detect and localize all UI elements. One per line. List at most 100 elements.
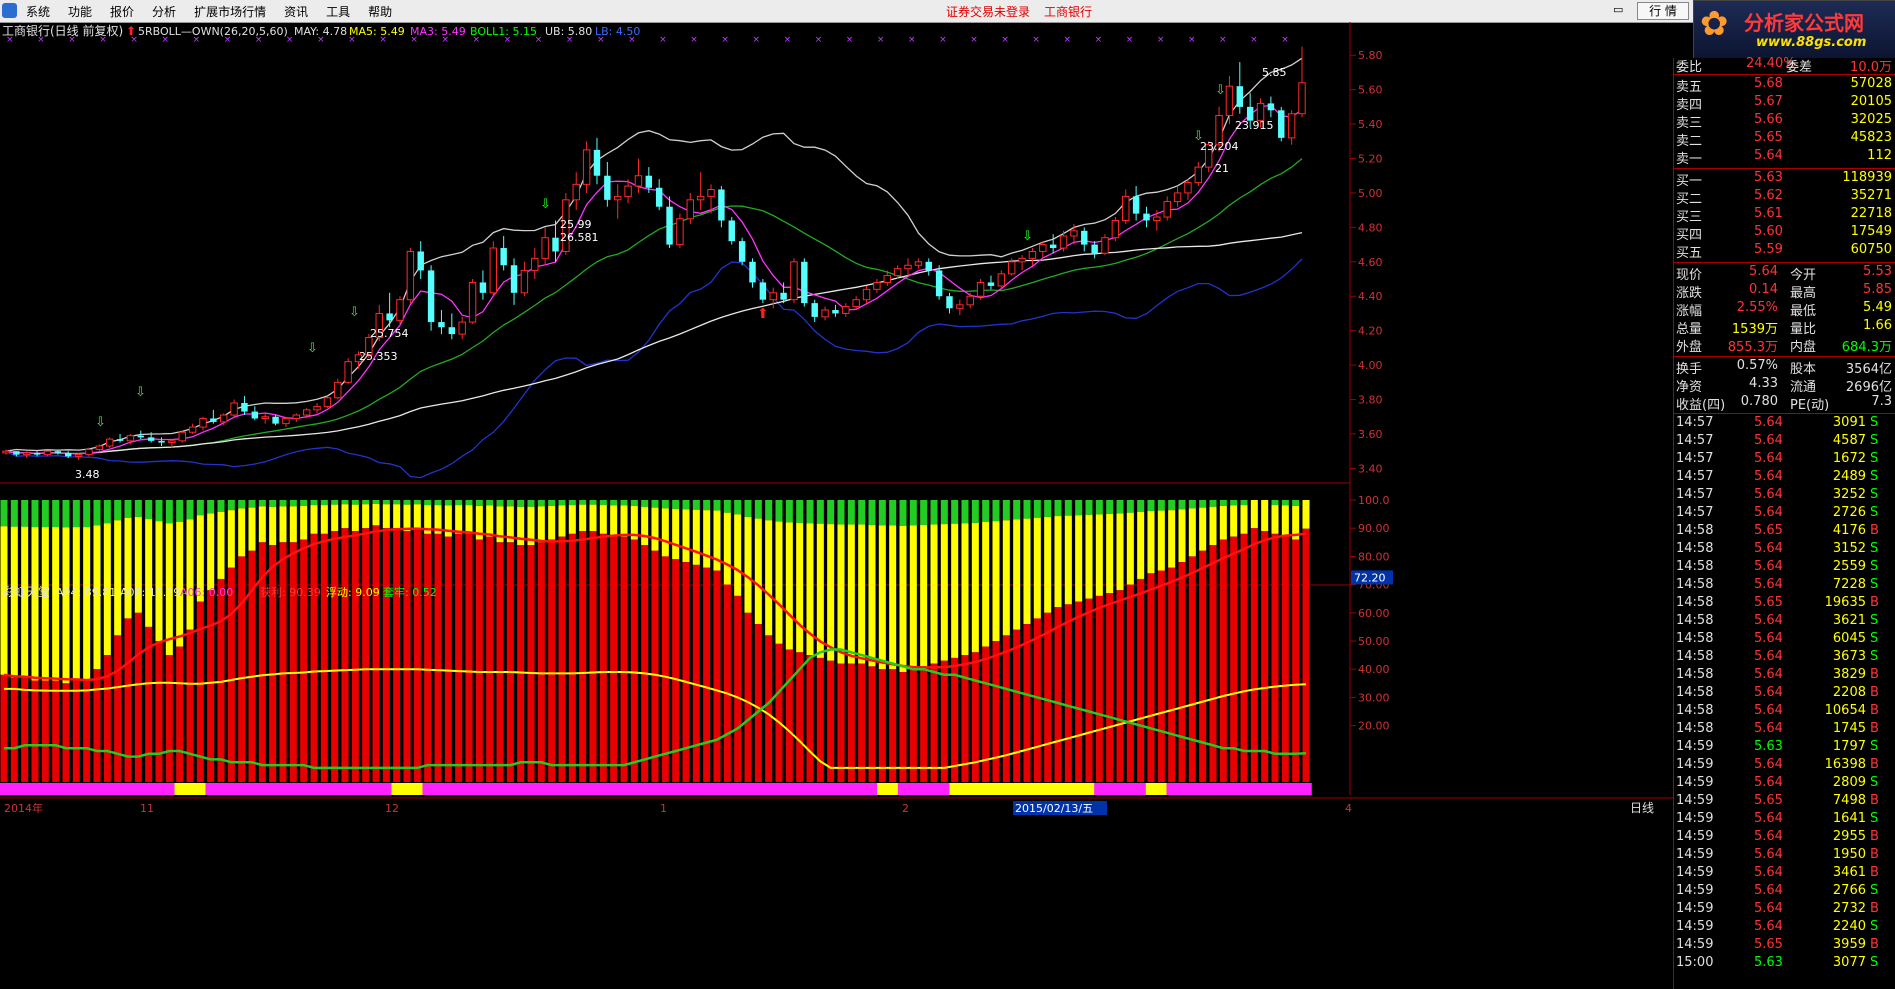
indicator-bar-green xyxy=(651,500,659,508)
menu-item-tools[interactable]: 工具 xyxy=(326,3,350,20)
tick-price: 5.64 xyxy=(1754,541,1783,556)
indicator-bar-yellow xyxy=(858,524,866,664)
quote-button[interactable]: 行 情 xyxy=(1637,2,1689,20)
strip-cell xyxy=(153,783,165,796)
menu-item-analysis[interactable]: 分析 xyxy=(152,3,176,20)
indicator-bar-red xyxy=(703,567,711,782)
ask-volume: 112 xyxy=(1867,148,1892,163)
indicator-bar-red xyxy=(269,545,277,782)
ask-price: 5.68 xyxy=(1754,76,1783,91)
indicator-bar-red xyxy=(83,680,91,782)
indicator-bar-yellow xyxy=(83,527,91,681)
panel-cell: 涨幅 xyxy=(1676,304,1703,319)
ask-price: 5.64 xyxy=(1754,148,1783,163)
candle-body-down xyxy=(925,261,932,271)
indicator-bar-red xyxy=(341,528,349,782)
tick-row: 14:59 5.64 1641 S xyxy=(1674,811,1895,829)
indicator-bar-red xyxy=(868,666,876,782)
strip-cell xyxy=(1176,783,1188,796)
indicator-bar-red xyxy=(909,669,917,782)
brand-url: www.88gs.com xyxy=(1756,35,1867,50)
indicator-bar-yellow xyxy=(579,504,587,532)
indicator-bar-yellow xyxy=(1044,516,1052,613)
indicator-bar-yellow xyxy=(269,506,277,546)
indicator-bar-green xyxy=(434,500,442,506)
indicator-bar-red xyxy=(1013,629,1021,782)
strip-cell xyxy=(298,783,310,796)
menu-item-quote[interactable]: 报价 xyxy=(110,3,134,20)
indicator-bar-red xyxy=(1137,578,1145,782)
window-restore-icon[interactable]: ▭ xyxy=(1613,3,1629,17)
strip-cell xyxy=(50,783,62,796)
tick-time: 14:58 xyxy=(1676,667,1714,682)
top-marker: × xyxy=(752,35,760,45)
candle-body-up xyxy=(323,397,332,407)
candle-body-up xyxy=(976,281,985,297)
fundamental-row: 净资 4.33 流通 2696亿 xyxy=(1674,376,1895,395)
indicator-bar-green xyxy=(827,500,835,525)
current-stock-name: 工商银行 xyxy=(1044,5,1093,19)
a06-value: A06: 0.00 xyxy=(180,586,233,599)
tick-side: S xyxy=(1870,613,1879,628)
indicator-bar-yellow xyxy=(940,524,948,661)
buy-signal-icon: ⇩ xyxy=(307,341,318,356)
tick-price: 5.64 xyxy=(1754,775,1783,790)
indicator-bar-green xyxy=(248,500,256,508)
candle-body-up xyxy=(790,261,798,301)
tick-row: 14:59 5.64 2732 B xyxy=(1674,901,1895,919)
brand-title: 分析家公式网 xyxy=(1744,11,1864,35)
indicator-bar-yellow xyxy=(1106,513,1114,594)
indicator-bar-red xyxy=(1075,601,1083,782)
indicator-bar-red xyxy=(744,612,752,782)
date-label: 2 xyxy=(902,802,909,815)
ma5-line xyxy=(5,104,1303,455)
indicator-bar-yellow xyxy=(878,525,886,670)
indicator-bar-red xyxy=(1085,598,1093,782)
top-marker: × xyxy=(815,35,823,45)
tick-volume: 3152 xyxy=(1832,541,1866,556)
strip-cell xyxy=(319,783,331,796)
top-marker: × xyxy=(1219,35,1227,45)
indicator-bar-yellow xyxy=(796,522,804,653)
panel-cell: 涨跌 xyxy=(1676,286,1703,301)
top-marker: × xyxy=(1001,35,1009,45)
price-tick-label: 5.60 xyxy=(1358,84,1383,97)
buy-signal-icon: ⇩ xyxy=(95,415,106,430)
candle-body-up xyxy=(520,269,529,294)
tick-side: S xyxy=(1870,883,1879,898)
menu-item-extended-market[interactable]: 扩展市场行情 xyxy=(194,3,266,20)
tick-time: 14:59 xyxy=(1676,901,1714,916)
indicator-bar-green xyxy=(806,500,814,524)
tick-side: B xyxy=(1870,703,1879,718)
indicator-bar-yellow xyxy=(1095,514,1103,596)
pct-tick-label: 20.00 xyxy=(1358,720,1390,733)
indicator-bar-green xyxy=(610,500,618,506)
tick-row: 14:59 5.64 2809 S xyxy=(1674,775,1895,793)
candle-body-down xyxy=(158,440,165,443)
indicator-bar-yellow xyxy=(372,503,380,526)
panel-cell: 5.64 xyxy=(1749,264,1778,279)
candle-body-down xyxy=(147,437,155,441)
menu-item-news[interactable]: 资讯 xyxy=(284,3,308,20)
menu-item-help[interactable]: 帮助 xyxy=(368,3,392,20)
strip-cell xyxy=(1300,783,1312,796)
tick-time: 14:57 xyxy=(1676,487,1714,502)
bid-price: 5.61 xyxy=(1754,206,1783,221)
indicator-bar-green xyxy=(589,500,597,505)
trade-login-status[interactable]: 证券交易未登录 xyxy=(946,3,1030,20)
panel-separator xyxy=(1674,262,1895,263)
menu-item-function[interactable]: 功能 xyxy=(68,3,92,20)
tick-row: 14:59 5.65 7498 B xyxy=(1674,793,1895,811)
indicator-bar-green xyxy=(599,500,607,506)
indicator-bar-green xyxy=(579,500,587,505)
bid-row: 买四 5.60 17549 xyxy=(1674,224,1895,243)
stat-row: 涨跌 0.14 最高 5.85 xyxy=(1674,282,1895,301)
lb-value: LB: 4.50 xyxy=(595,25,640,38)
stock-chart[interactable]: × × × × × × × × × × × × × × × × × × × × × × × × × × × × × × × × × × × × × × × ×… xyxy=(0,22,1673,989)
indicator-bar-green xyxy=(217,500,225,512)
menu-bar: 系统 功能 报价 分析 扩展市场行情 资讯 工具 帮助 证券交易未登录 工商银行… xyxy=(0,0,1895,23)
menu-item-system[interactable]: 系统 xyxy=(26,3,50,20)
indicator-bar-green xyxy=(331,500,339,505)
tick-row: 14:58 5.64 3621 S xyxy=(1674,613,1895,631)
candle-body-down xyxy=(780,292,787,300)
